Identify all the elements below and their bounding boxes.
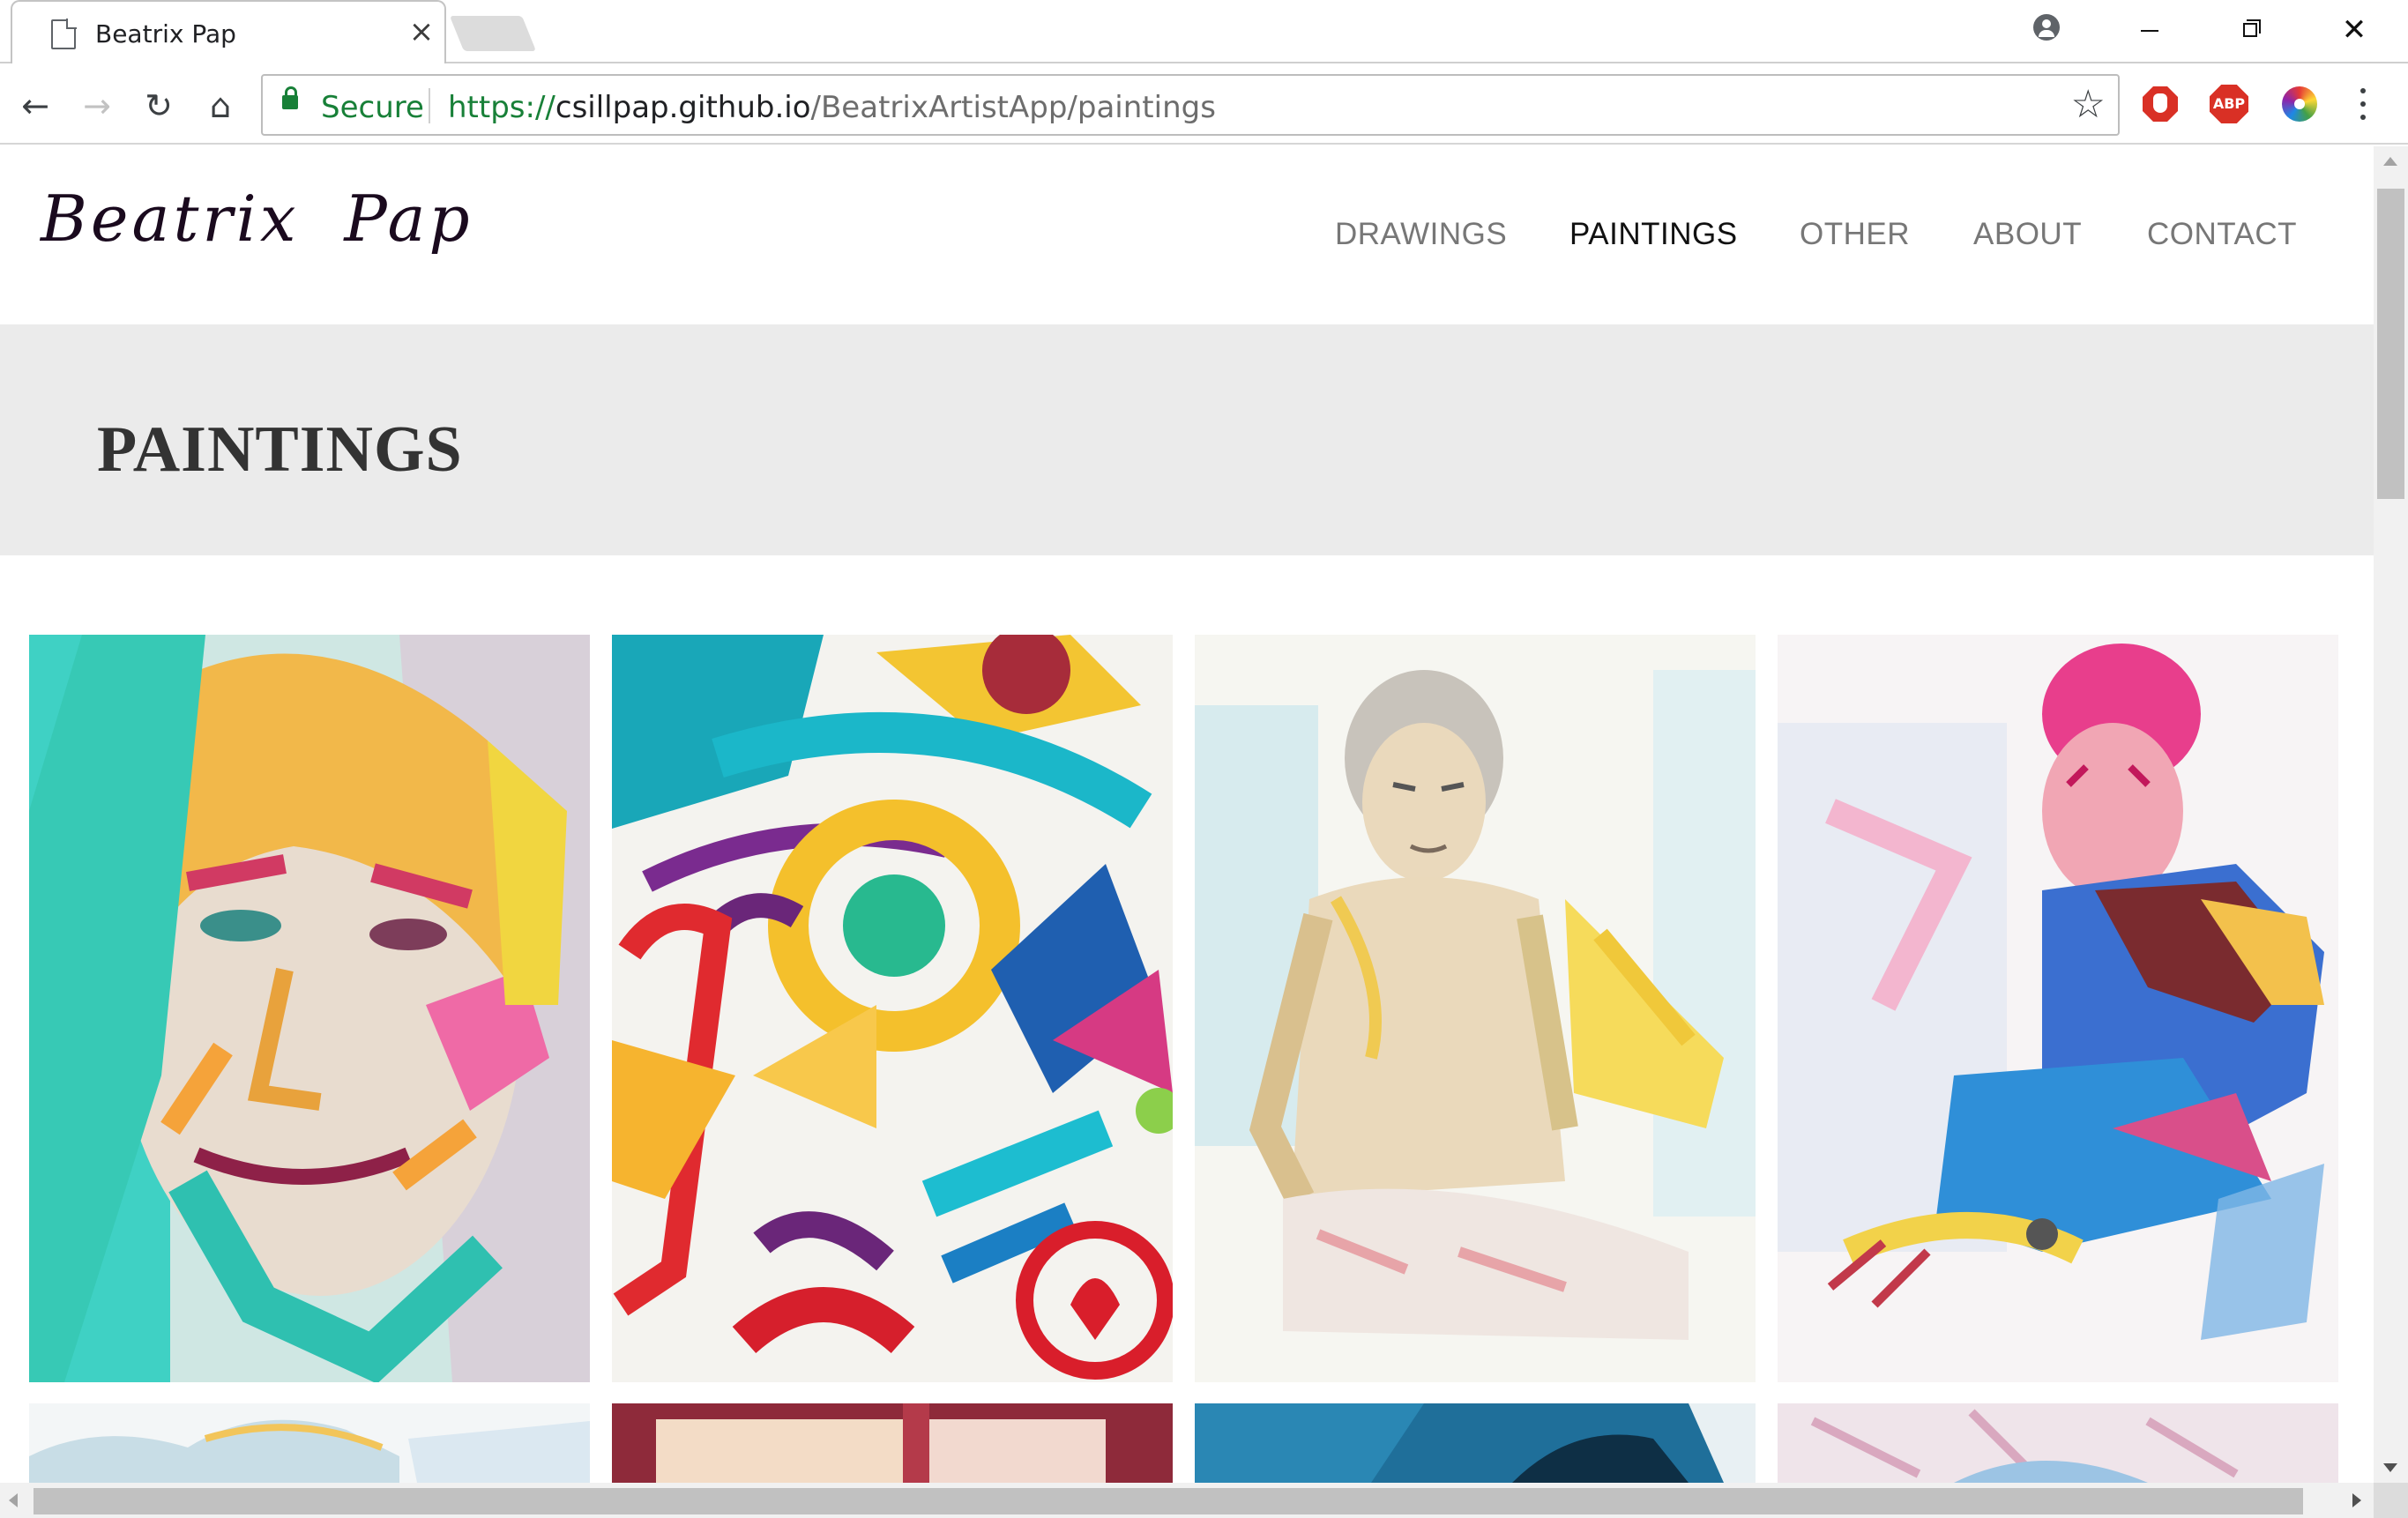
painting-seated-old-man-watercolor: [1195, 635, 1756, 1382]
horizontal-scroll-thumb[interactable]: [34, 1488, 2303, 1514]
painting-figure-deep-blue: [1195, 1403, 1756, 1483]
painting-thumbnail-6[interactable]: [612, 1403, 1173, 1483]
url-text[interactable]: https://csillpap.github.io/BeatrixArtist…: [448, 90, 1216, 125]
scrollbar-corner: [2374, 1483, 2408, 1518]
address-bar[interactable]: Secure https://csillpap.github.io/Beatri…: [261, 74, 2120, 136]
forward-arrow-icon[interactable]: →: [74, 83, 120, 129]
site-logo[interactable]: Beatrix Pap: [41, 182, 473, 256]
url-host: csillpap.github.io: [555, 90, 811, 125]
home-icon[interactable]: ⌂: [198, 83, 243, 129]
adblock-plus-icon[interactable]: ABP: [2206, 81, 2252, 127]
painting-abstract-face-colorful: [612, 635, 1173, 1382]
painting-thumbnail-3[interactable]: [1195, 635, 1756, 1382]
page-banner: PAINTINGS: [0, 324, 2374, 555]
painting-seated-woman-pink-hair: [1778, 635, 2338, 1382]
scroll-down-arrow-icon[interactable]: [2383, 1463, 2397, 1472]
scroll-left-arrow-icon[interactable]: [9, 1493, 18, 1507]
secure-label: Secure: [321, 90, 424, 125]
restore-button[interactable]: [2225, 11, 2275, 51]
kebab-menu-icon[interactable]: [2345, 81, 2381, 127]
profile-icon[interactable]: [2019, 11, 2069, 51]
back-arrow-icon[interactable]: ←: [12, 83, 58, 129]
vertical-scrollbar[interactable]: [2374, 146, 2408, 1483]
new-tab-button[interactable]: [449, 16, 537, 51]
painting-thumbnail-5[interactable]: [29, 1403, 590, 1483]
browser-toolbar: ← → ↻ ⌂ Secure https://csillpap.github.i…: [0, 65, 2408, 145]
color-picker-icon[interactable]: [2277, 81, 2322, 127]
page-icon: [51, 19, 76, 49]
horizontal-scrollbar[interactable]: [0, 1483, 2374, 1518]
vertical-scroll-thumb[interactable]: [2377, 189, 2404, 499]
window-close-button[interactable]: ✕: [2330, 11, 2379, 51]
minimize-button[interactable]: [2125, 11, 2174, 51]
lock-icon: [282, 86, 298, 109]
scroll-up-arrow-icon[interactable]: [2383, 157, 2397, 166]
painting-interior-window-red: [612, 1403, 1173, 1483]
painting-thumbnail-7[interactable]: [1195, 1403, 1756, 1483]
nav-paintings[interactable]: PAINTINGS: [1569, 217, 1738, 252]
painting-thumbnail-8[interactable]: [1778, 1403, 2338, 1483]
nav-other[interactable]: OTHER: [1800, 217, 1910, 252]
omnibox-divider: [429, 88, 430, 123]
nav-drawings[interactable]: DRAWINGS: [1335, 217, 1507, 252]
reload-icon[interactable]: ↻: [136, 83, 182, 129]
scroll-right-arrow-icon[interactable]: [2352, 1493, 2361, 1507]
adblock-stop-icon[interactable]: [2137, 81, 2183, 127]
painting-thumbnail-4[interactable]: [1778, 635, 2338, 1382]
tab-title: Beatrix Pap: [95, 19, 236, 48]
painting-portrait-woman-turquoise: [29, 635, 590, 1382]
url-path: /BeatrixArtistApp/paintings: [810, 90, 1216, 125]
painting-thumbnail-1[interactable]: [29, 635, 590, 1382]
nav-about[interactable]: ABOUT: [1973, 217, 2082, 252]
nav-contact[interactable]: CONTACT: [2147, 217, 2297, 252]
site-header: Beatrix Pap DRAWINGS PAINTINGS OTHER ABO…: [0, 146, 2374, 324]
page-viewport: Beatrix Pap DRAWINGS PAINTINGS OTHER ABO…: [0, 146, 2374, 1483]
url-scheme: https://: [448, 90, 555, 125]
painting-thumbnail-2[interactable]: [612, 635, 1173, 1382]
browser-titlebar: Beatrix Pap × ✕: [0, 0, 2408, 63]
tab-close-icon[interactable]: ×: [406, 14, 437, 49]
painting-landscape-pale-blue: [29, 1403, 590, 1483]
painting-abstract-pastel-pink: [1778, 1403, 2338, 1483]
page-title: PAINTINGS: [97, 413, 463, 486]
abp-label: ABP: [2210, 85, 2248, 123]
browser-tab[interactable]: Beatrix Pap ×: [11, 0, 446, 63]
star-icon[interactable]: ☆: [2071, 81, 2106, 129]
